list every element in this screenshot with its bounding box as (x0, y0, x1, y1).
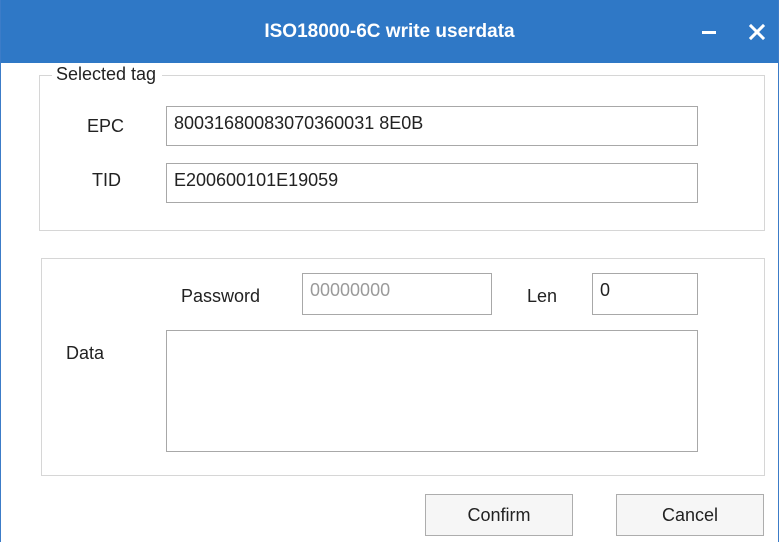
close-button[interactable] (739, 14, 775, 50)
tid-field[interactable]: E200600101E19059 (166, 163, 698, 203)
epc-label: EPC (87, 116, 125, 136)
len-label: Len (527, 286, 558, 306)
minimize-icon (702, 31, 716, 34)
title-bar[interactable]: ISO18000-6C write userdata (1, 0, 778, 63)
len-field[interactable]: 0 (592, 273, 698, 315)
epc-field[interactable]: 80031680083070360031 8E0B (166, 106, 698, 146)
selected-tag-legend: Selected tag (52, 64, 163, 85)
cancel-button[interactable]: Cancel (616, 494, 764, 536)
password-field[interactable]: 00000000 (302, 273, 492, 315)
selected-tag-group: Selected tag (39, 64, 765, 231)
tid-label: TID (92, 170, 121, 190)
password-label: Password (181, 286, 261, 306)
minimize-button[interactable] (691, 14, 727, 50)
confirm-button[interactable]: Confirm (425, 494, 573, 536)
data-label: Data (66, 343, 105, 363)
window-title: ISO18000-6C write userdata (264, 21, 515, 42)
close-icon (748, 23, 766, 41)
dialog-window: ISO18000-6C write userdata Selected tag … (0, 0, 779, 542)
data-textarea[interactable] (166, 330, 698, 452)
